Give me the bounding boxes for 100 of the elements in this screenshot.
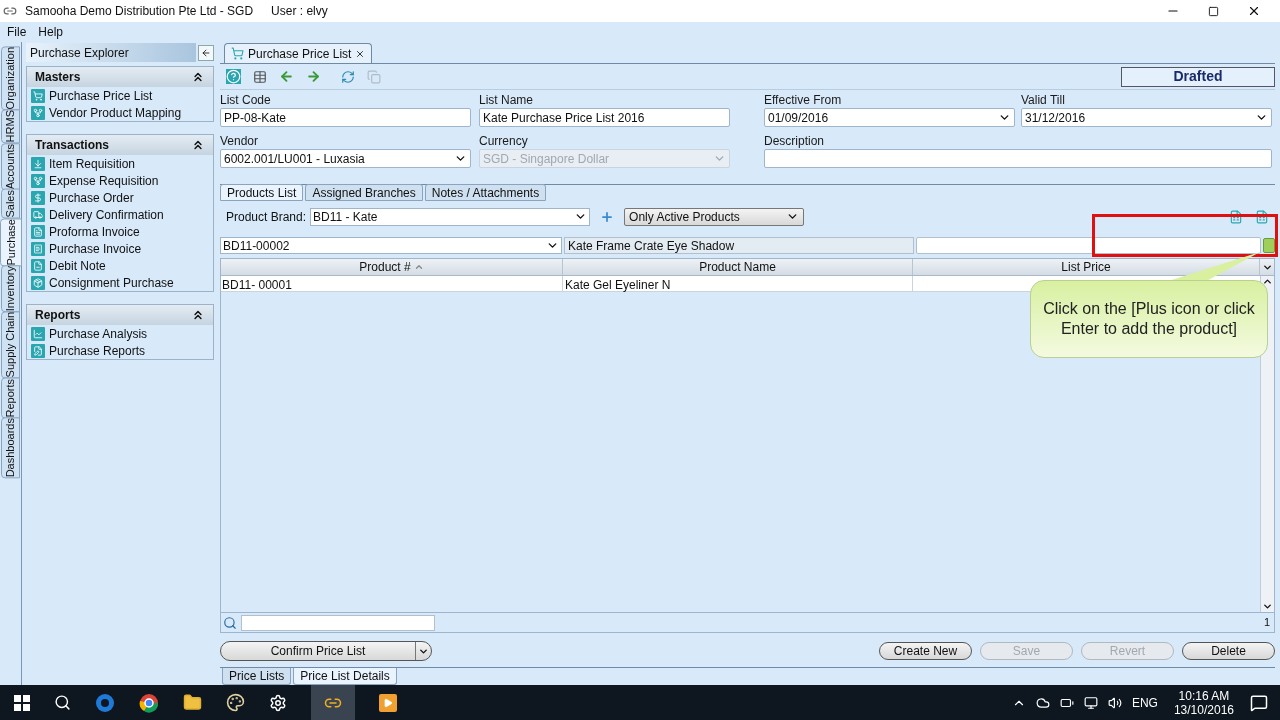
- select-field[interactable]: 31/12/2016: [1021, 108, 1272, 127]
- item-icon: [31, 258, 45, 273]
- explorer-item[interactable]: Consignment Purchase: [27, 274, 213, 291]
- item-icon: [31, 173, 45, 188]
- explorer-item[interactable]: Purchase Price List: [27, 87, 213, 104]
- language-indicator[interactable]: ENG: [1131, 693, 1158, 712]
- cloud-icon[interactable]: [1035, 695, 1050, 710]
- browser-icon[interactable]: [139, 692, 159, 713]
- explorer-item[interactable]: Purchase Analysis: [27, 325, 213, 342]
- field-label: Currency: [479, 133, 529, 149]
- volume-icon[interactable]: [1107, 695, 1122, 710]
- notifications-icon[interactable]: [1250, 693, 1268, 712]
- section-header[interactable]: Masters: [27, 67, 213, 87]
- help-icon[interactable]: [226, 69, 241, 84]
- csv-import-icon[interactable]: [1255, 209, 1269, 224]
- item-icon: [31, 156, 45, 171]
- explorer-item[interactable]: Item Requisition: [27, 155, 213, 172]
- csv-export-icon[interactable]: [1229, 209, 1243, 224]
- document-tab[interactable]: Purchase Price List: [224, 43, 373, 63]
- item-icon: [31, 224, 45, 239]
- scroll-down-icon[interactable]: [1262, 601, 1273, 612]
- sort-ascending-icon: [413, 262, 424, 272]
- bottom-tab[interactable]: Price List Details: [293, 668, 397, 685]
- side-tab[interactable]: Dashboards: [1, 417, 20, 479]
- explorer-item[interactable]: Vendor Product Mapping: [27, 104, 213, 121]
- window-title: Samooha Demo Distribution Pte Ltd - SGD: [25, 3, 254, 20]
- network-icon[interactable]: [1083, 695, 1098, 710]
- list-price-field[interactable]: [916, 237, 1261, 254]
- explorer-item[interactable]: Debit Note: [27, 257, 213, 274]
- scroll-up-icon[interactable]: [1262, 276, 1273, 287]
- item-icon: [31, 190, 45, 205]
- forward-arrow-icon[interactable]: [306, 69, 321, 84]
- input-field[interactable]: Kate Purchase Price List 2016: [479, 108, 730, 127]
- sub-tab[interactable]: Notes / Attachments: [424, 184, 547, 201]
- sub-tab[interactable]: Assigned Branches: [305, 184, 423, 201]
- table-icon[interactable]: [253, 69, 267, 84]
- side-tab[interactable]: Organization: [1, 46, 20, 111]
- input-field[interactable]: [764, 149, 1272, 168]
- collapse-icon[interactable]: [191, 138, 205, 152]
- field-label: Effective From: [764, 92, 843, 108]
- settings-icon[interactable]: [269, 693, 287, 712]
- menu-item[interactable]: File: [7, 23, 27, 41]
- app-taskbar-icon[interactable]: [311, 685, 355, 720]
- column-header[interactable]: Product Name: [563, 259, 913, 275]
- search-field[interactable]: [241, 614, 435, 631]
- brand-label: Product Brand:: [226, 208, 307, 226]
- action-button[interactable]: Delete: [1182, 642, 1275, 660]
- product-name-field: Kate Frame Crate Eye Shadow: [564, 237, 914, 254]
- section-header[interactable]: Transactions: [27, 135, 213, 155]
- collapse-panel-icon[interactable]: [198, 44, 214, 61]
- explorer-item[interactable]: Delivery Confirmation: [27, 206, 213, 223]
- explorer-header: Purchase Explorer: [26, 43, 196, 62]
- refresh-icon[interactable]: [341, 69, 355, 84]
- media-player-icon[interactable]: [379, 693, 397, 712]
- column-header[interactable]: Product #: [221, 259, 563, 275]
- search-icon: [223, 615, 237, 630]
- item-icon: [31, 326, 45, 341]
- collapse-icon[interactable]: [191, 70, 205, 84]
- sub-tab[interactable]: Products List: [220, 184, 304, 201]
- plus-icon[interactable]: [600, 209, 615, 224]
- section-header[interactable]: Reports: [27, 305, 213, 325]
- app-logo-icon: [3, 4, 17, 18]
- field-label: Valid Till: [1021, 92, 1066, 108]
- item-icon: [31, 88, 45, 103]
- field-label: Vendor: [220, 133, 260, 149]
- side-tab[interactable]: Accounts: [1, 142, 20, 190]
- confirm-button[interactable]: Confirm Price List: [220, 641, 432, 661]
- maximize-icon[interactable]: [1208, 5, 1219, 17]
- explorer-item[interactable]: Purchase Order: [27, 189, 213, 206]
- menu-item[interactable]: Help: [38, 23, 64, 41]
- close-icon[interactable]: [355, 48, 366, 59]
- brand-select[interactable]: BD11 - Kate: [310, 207, 591, 226]
- item-icon: [31, 343, 45, 358]
- select-field[interactable]: 6002.001/LU001 - Luxasia: [220, 149, 471, 168]
- search-icon[interactable]: [54, 694, 71, 711]
- collapse-icon[interactable]: [191, 308, 205, 322]
- explorer-item[interactable]: Purchase Reports: [27, 342, 213, 359]
- side-tab[interactable]: Inventory: [1, 265, 20, 313]
- table-cell: Kate Gel Eyeliner N: [563, 276, 913, 291]
- side-tab[interactable]: Reports: [1, 377, 20, 419]
- select-field[interactable]: 01/09/2016: [764, 108, 1015, 127]
- product-code-select[interactable]: BD11-00002: [220, 237, 562, 254]
- input-field[interactable]: PP-08-Kate: [220, 108, 471, 127]
- item-icon: [31, 275, 45, 290]
- explorer-item[interactable]: Purchase Invoice: [27, 240, 213, 257]
- folder-icon[interactable]: [183, 693, 202, 712]
- clock[interactable]: 10:16 AM 13/10/2016: [1173, 688, 1234, 717]
- side-tab[interactable]: Purchase: [0, 217, 22, 267]
- side-tab[interactable]: HRMS: [1, 109, 20, 144]
- windows-start-icon[interactable]: [14, 694, 30, 711]
- palette-icon[interactable]: [226, 693, 245, 712]
- bottom-tab[interactable]: Price Lists: [222, 668, 292, 685]
- action-button[interactable]: Create New: [879, 642, 972, 660]
- explorer-item[interactable]: Expense Requisition: [27, 172, 213, 189]
- side-tab[interactable]: Sales: [1, 189, 20, 219]
- close-icon[interactable]: [1247, 4, 1261, 18]
- explorer-item[interactable]: Proforma Invoice: [27, 223, 213, 240]
- cart-icon: [231, 47, 244, 60]
- side-tab[interactable]: Supply Chain: [1, 311, 20, 379]
- filter-select[interactable]: Only Active Products: [624, 207, 805, 226]
